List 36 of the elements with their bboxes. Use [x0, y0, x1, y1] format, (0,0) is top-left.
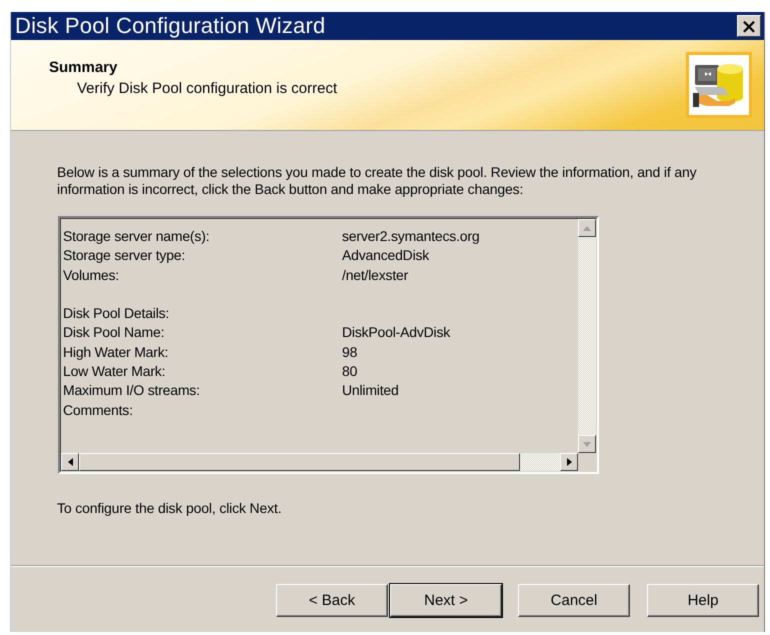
summary-label: High Water Mark:	[63, 342, 170, 362]
down-arrow-icon	[583, 442, 591, 446]
summary-label: Disk Pool Details:	[63, 304, 170, 324]
wizard-button[interactable]: Help	[647, 584, 759, 617]
left-arrow-icon	[68, 458, 72, 466]
page-subtitle: Verify Disk Pool configuration is correct	[77, 80, 338, 97]
summary-label: Volumes:	[63, 266, 120, 285]
wizard-button[interactable]: Next >	[390, 584, 502, 617]
summary-label: Comments:	[63, 400, 134, 420]
summary-value: server2.symantecs.org	[342, 227, 480, 246]
up-arrow-icon	[583, 226, 591, 230]
scroll-right-button[interactable]	[560, 453, 578, 471]
summary-label: Storage server name(s):	[63, 227, 210, 246]
wizard-button[interactable]: Cancel	[518, 584, 630, 617]
summary-value: DiskPool-AdvDisk	[342, 323, 452, 342]
page-title: Summary	[49, 59, 118, 76]
summary-label: Storage server type:	[63, 246, 186, 266]
summary-label: Maximum I/O streams:	[63, 381, 201, 400]
summary-value: AdvancedDisk	[342, 246, 430, 266]
summary-label: Low Water Mark:	[63, 362, 166, 382]
window-title: Disk Pool Configuration Wizard	[15, 13, 326, 39]
next-hint-text: To configure the disk pool, click Next.	[57, 500, 282, 516]
scroll-left-button[interactable]	[61, 453, 79, 471]
scroll-up-button[interactable]	[578, 219, 596, 237]
summary-value: /net/lexster	[342, 266, 410, 285]
summary-value: Unlimited	[342, 381, 400, 400]
vertical-scrollbar[interactable]	[578, 219, 596, 453]
summary-value: 80	[342, 362, 358, 382]
instructions-text: Below is a summary of the selections you made to create the disk pool. Review the information, and if any information is incorrect, click the Back button and make appropriate changes:	[57, 164, 698, 198]
summary-label: Disk Pool Name:	[63, 323, 166, 342]
summary-value: 98	[342, 342, 358, 362]
storage-icon	[686, 52, 752, 118]
right-arrow-icon	[566, 458, 572, 466]
wizard-button[interactable]: < Back	[276, 584, 388, 617]
close-button[interactable]: ×	[737, 15, 761, 37]
scroll-down-button[interactable]	[578, 435, 596, 453]
